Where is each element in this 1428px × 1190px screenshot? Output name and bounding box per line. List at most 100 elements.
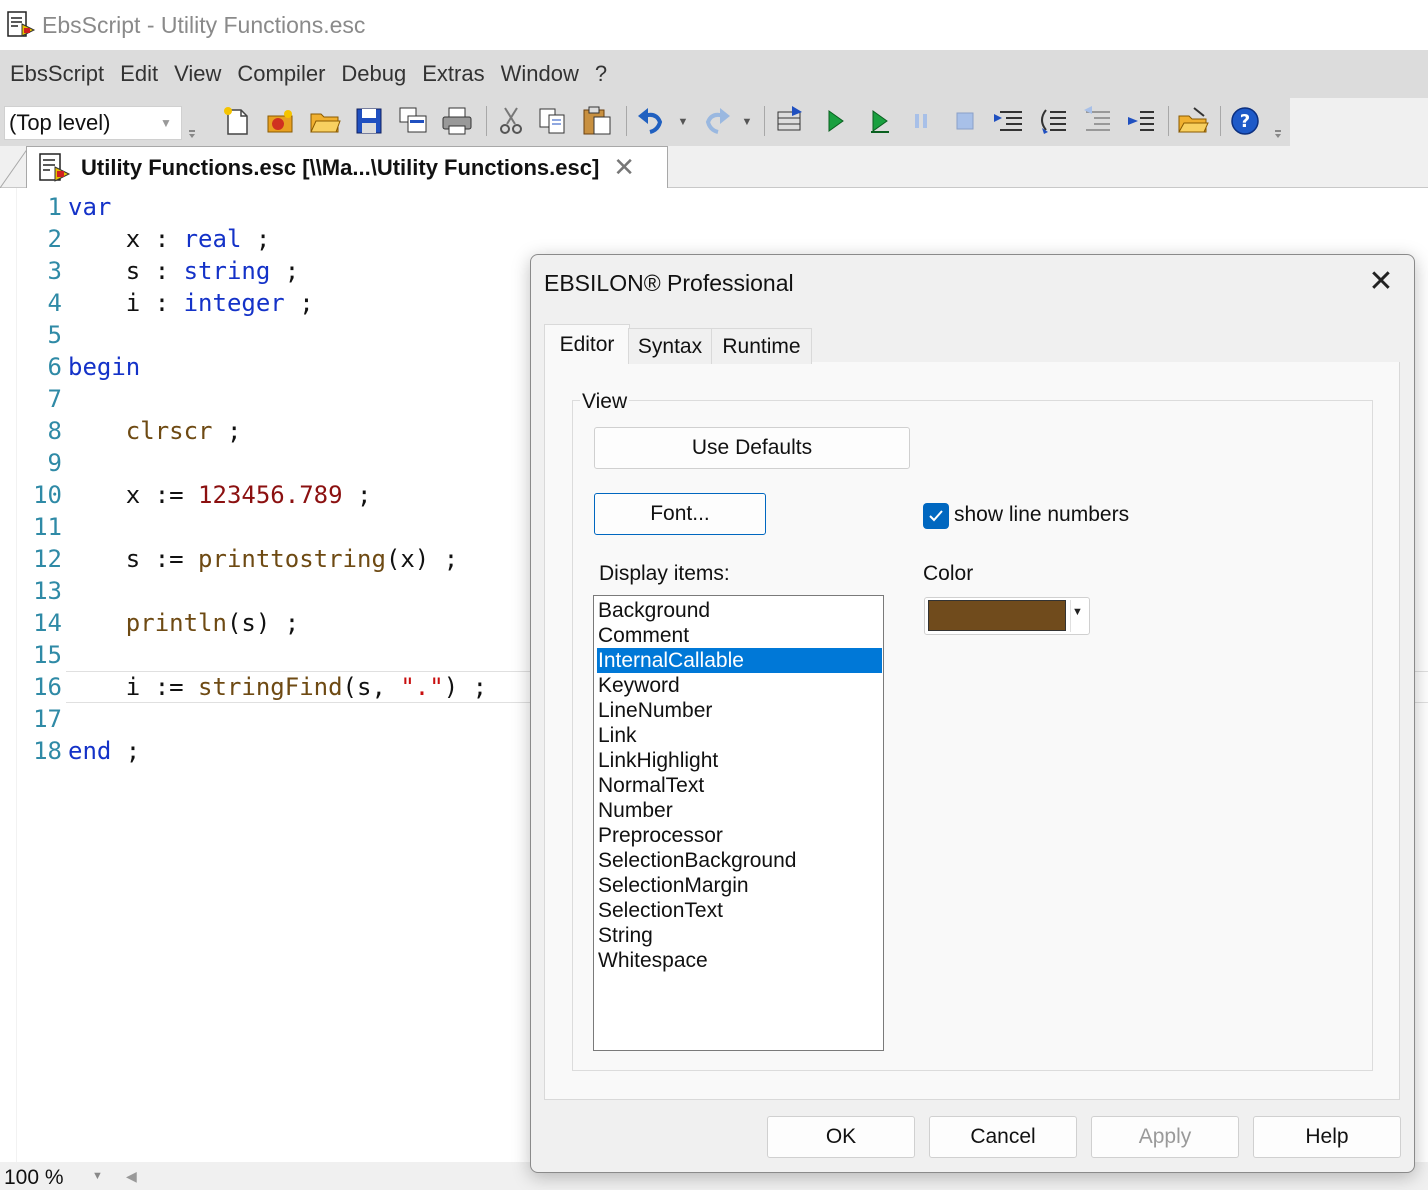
checkmark-icon: [929, 510, 943, 522]
run-to-cursor-icon[interactable]: [1124, 104, 1158, 138]
display-item[interactable]: Link: [597, 723, 882, 748]
new-project-icon[interactable]: [264, 104, 298, 138]
display-item[interactable]: Number: [597, 798, 882, 823]
display-item[interactable]: Whitespace: [597, 948, 882, 973]
tab-editor[interactable]: Editor: [544, 324, 630, 364]
show-line-numbers-checkbox[interactable]: [923, 503, 949, 529]
toolbar-grip-icon[interactable]: [188, 104, 196, 140]
new-file-icon[interactable]: [220, 104, 254, 138]
paste-icon[interactable]: [580, 104, 614, 138]
display-item[interactable]: SelectionMargin: [597, 873, 882, 898]
display-item[interactable]: Preprocessor: [597, 823, 882, 848]
font-button[interactable]: Font...: [594, 493, 766, 535]
line-number: 4: [47, 289, 62, 317]
code-token: ;: [284, 289, 314, 317]
menu-compiler[interactable]: Compiler: [237, 61, 325, 87]
scope-combo[interactable]: (Top level) ▼: [4, 106, 182, 140]
menu-edit[interactable]: Edit: [120, 61, 158, 87]
svg-text:?: ?: [1240, 111, 1250, 132]
undo-icon[interactable]: [634, 104, 668, 138]
compile-icon[interactable]: [772, 104, 806, 138]
color-swatch[interactable]: [928, 600, 1066, 631]
display-item[interactable]: Comment: [597, 623, 882, 648]
code-token: integer: [183, 289, 285, 317]
line-number: 5: [47, 321, 62, 349]
menu-debug[interactable]: Debug: [341, 61, 406, 87]
line-number: 10: [33, 481, 62, 509]
line-number: 8: [47, 417, 62, 445]
menu-help[interactable]: ?: [595, 61, 607, 87]
code-token: printtostring: [198, 545, 386, 573]
document-tab[interactable]: Utility Functions.esc [\\Ma...\Utility F…: [26, 146, 668, 188]
menu-view[interactable]: View: [174, 61, 221, 87]
copy-icon[interactable]: [536, 104, 570, 138]
help-icon[interactable]: ?: [1228, 104, 1262, 138]
toolbar-separator: [1220, 106, 1221, 136]
ok-button[interactable]: OK: [767, 1116, 915, 1158]
code-token: ".": [400, 673, 444, 701]
scope-combo-value: (Top level): [9, 110, 111, 135]
step-into-icon[interactable]: [992, 104, 1026, 138]
close-tab-icon[interactable]: ✕: [613, 152, 635, 183]
display-item[interactable]: LinkHighlight: [597, 748, 882, 773]
display-item[interactable]: String: [597, 923, 882, 948]
tab-syntax[interactable]: Syntax: [628, 328, 712, 364]
chevron-down-icon[interactable]: ▼: [151, 107, 181, 139]
apply-button[interactable]: Apply: [1091, 1116, 1239, 1158]
display-item[interactable]: Keyword: [597, 673, 882, 698]
display-item[interactable]: SelectionBackground: [597, 848, 882, 873]
run-step-icon[interactable]: [862, 104, 896, 138]
open-folder-icon[interactable]: [308, 104, 342, 138]
display-item[interactable]: Background: [597, 598, 882, 623]
view-group-label: View: [580, 390, 630, 414]
display-item[interactable]: LineNumber: [597, 698, 882, 723]
display-item[interactable]: NormalText: [597, 773, 882, 798]
open-project-icon[interactable]: [1176, 104, 1210, 138]
menu-bar: EbsScript Edit View Compiler Debug Extra…: [0, 50, 1428, 98]
print-icon[interactable]: [440, 104, 474, 138]
pause-icon[interactable]: [904, 104, 938, 138]
display-items-list[interactable]: Background Comment InternalCallable Keyword…: [593, 595, 884, 1051]
code-token: ;: [241, 225, 271, 253]
redo-dropdown-icon[interactable]: ▼: [740, 112, 754, 132]
cancel-button[interactable]: Cancel: [929, 1116, 1077, 1158]
step-over-icon[interactable]: [1036, 104, 1070, 138]
code-token: end: [68, 737, 112, 765]
display-item[interactable]: InternalCallable: [597, 648, 882, 673]
save-all-icon[interactable]: [396, 104, 430, 138]
toolbar-separator: [1168, 106, 1169, 136]
line-number: 14: [33, 609, 62, 637]
code-line[interactable]: 1 var: [0, 191, 1428, 223]
run-icon[interactable]: [818, 104, 852, 138]
help-button[interactable]: Help: [1253, 1116, 1401, 1158]
scroll-left-icon[interactable]: ◀: [126, 1168, 137, 1185]
save-icon[interactable]: [352, 104, 386, 138]
menu-window[interactable]: Window: [501, 61, 579, 87]
step-out-icon[interactable]: [1080, 104, 1114, 138]
document-tab-label: Utility Functions.esc [\\Ma...\Utility F…: [81, 154, 600, 180]
color-dropdown-icon[interactable]: ▼: [1072, 606, 1083, 618]
code-text: x := 123456.789 ;: [68, 479, 372, 511]
ebsscript-window: EbsScript - Utility Functions.esc EbsScr…: [0, 0, 1428, 1190]
tab-runtime[interactable]: Runtime: [711, 328, 812, 364]
display-item[interactable]: SelectionText: [597, 898, 882, 923]
show-line-numbers-label[interactable]: show line numbers: [954, 503, 1129, 527]
stop-icon[interactable]: [948, 104, 982, 138]
undo-dropdown-icon[interactable]: ▼: [676, 112, 690, 132]
cut-icon[interactable]: [494, 104, 528, 138]
close-icon[interactable]: ✕: [1366, 267, 1396, 298]
code-line[interactable]: 2 x : real ;: [0, 223, 1428, 255]
use-defaults-button[interactable]: Use Defaults: [594, 427, 910, 469]
code-text: s : string ;: [68, 255, 299, 287]
menu-extras[interactable]: Extras: [422, 61, 484, 87]
code-token: begin: [68, 353, 141, 381]
code-token: ;: [342, 481, 372, 509]
zoom-dropdown-icon[interactable]: ▼: [92, 1170, 103, 1182]
toolbar-grip-icon[interactable]: [1274, 104, 1282, 140]
menu-ebsscript[interactable]: EbsScript: [10, 61, 104, 87]
zoom-level[interactable]: 100 %: [4, 1166, 64, 1190]
redo-icon[interactable]: [700, 104, 734, 138]
toolbar-separator: [486, 106, 487, 136]
code-text: i : integer ;: [68, 287, 314, 319]
